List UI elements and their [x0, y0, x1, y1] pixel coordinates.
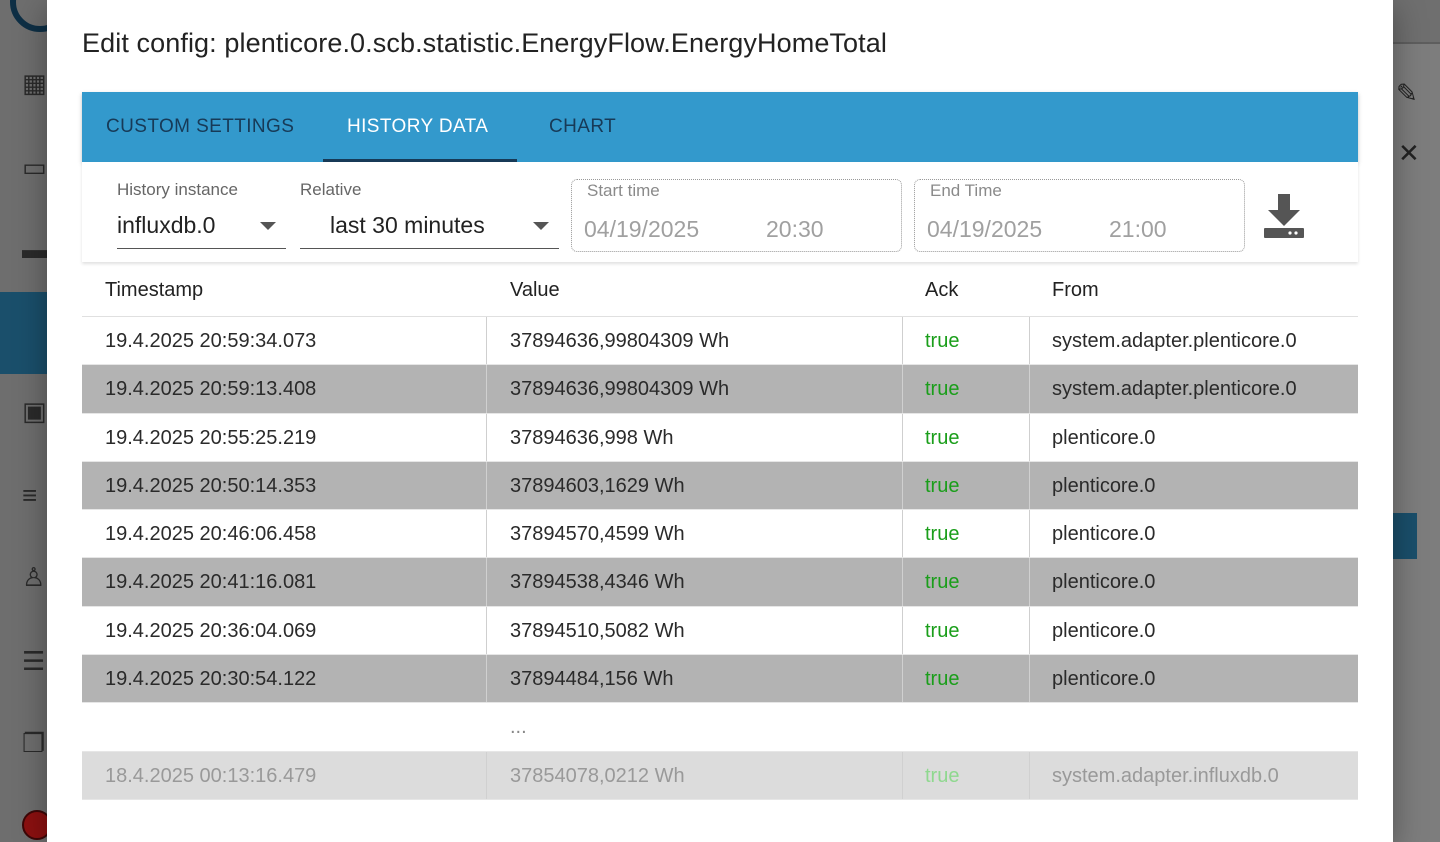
cell-from: plenticore.0 — [1052, 619, 1156, 642]
relative-select[interactable]: Relative last 30 minutes — [300, 162, 559, 250]
background-button — [1393, 513, 1417, 559]
cell-timestamp: 18.4.2025 00:13:16.479 — [105, 764, 317, 787]
table-row[interactable]: 19.4.2025 20:41:16.081 37894538,4346 Wh … — [82, 558, 1358, 607]
relative-label: Relative — [300, 180, 362, 199]
cell-value: 37894636,998 Wh — [510, 426, 674, 449]
wrench-icon: ✎ — [1396, 78, 1418, 108]
cell-value: 37894636,99804309 Wh — [510, 330, 730, 352]
end-time-field[interactable]: End Time 04/19/2025 21:00 — [914, 179, 1245, 252]
cell-from: system.adapter.influxdb.0 — [1052, 764, 1279, 787]
table-row[interactable]: 19.4.2025 20:59:13.408 37894636,99804309… — [82, 365, 1358, 414]
end-date-value[interactable]: 04/19/2025 — [927, 216, 1042, 243]
edit-config-dialog: Edit config: plenticore.0.scb.statistic.… — [47, 0, 1393, 842]
cell-value: 37854078,0212 Wh — [510, 764, 685, 787]
cell-ack: true — [925, 571, 960, 594]
ellipsis: ... — [510, 716, 527, 739]
table-row[interactable]: 19.4.2025 20:36:04.069 37894510,5082 Wh … — [82, 606, 1358, 656]
cell-value: 37894510,5082 Wh — [510, 619, 685, 642]
cell-ack: true — [925, 426, 960, 449]
cell-from: plenticore.0 — [1052, 668, 1156, 691]
header-from[interactable]: From — [1052, 279, 1099, 302]
table-row[interactable]: 19.4.2025 20:55:25.219 37894636,998 Wh t… — [82, 413, 1358, 462]
start-time-label: Start time — [587, 181, 660, 200]
history-controls: History instance influxdb.0 Relative las… — [82, 162, 1358, 262]
cell-value: 37894603,1629 Wh — [510, 474, 685, 497]
cell-from: plenticore.0 — [1052, 571, 1156, 594]
cell-ack: true — [925, 619, 960, 642]
cell-value: 37894484,156 Wh — [510, 668, 674, 691]
history-instance-label: History instance — [117, 180, 238, 199]
cell-value: 37894636,99804309 Wh — [510, 378, 730, 401]
table-header: Timestamp Value Ack From — [82, 262, 1358, 317]
cell-timestamp: 19.4.2025 20:50:14.353 — [105, 474, 317, 497]
header-timestamp[interactable]: Timestamp — [105, 279, 203, 302]
cell-ack: true — [925, 378, 960, 401]
cell-from: system.adapter.plenticore.0 — [1052, 378, 1297, 401]
cell-ack: true — [925, 523, 960, 546]
cell-from: plenticore.0 — [1052, 474, 1156, 497]
cell-ack: true — [925, 474, 960, 497]
cell-timestamp: 19.4.2025 20:46:06.458 — [105, 523, 317, 546]
table-row-ellipsis: ... — [82, 703, 1358, 752]
tab-bar: CUSTOM SETTINGS HISTORY DATA CHART — [82, 92, 1358, 162]
cell-ack: true — [925, 764, 960, 787]
chevron-down-icon — [260, 222, 276, 230]
download-icon[interactable] — [1262, 192, 1306, 240]
tab-custom-settings[interactable]: CUSTOM SETTINGS — [106, 92, 294, 162]
close-icon: ✕ — [1398, 138, 1420, 168]
header-ack[interactable]: Ack — [925, 279, 958, 302]
cell-timestamp: 19.4.2025 20:59:13.408 — [105, 378, 317, 401]
cell-ack: true — [925, 668, 960, 691]
cell-from: plenticore.0 — [1052, 426, 1156, 449]
history-instance-value: influxdb.0 — [117, 212, 216, 238]
table-row[interactable]: 18.4.2025 00:13:16.479 37854078,0212 Wh … — [82, 751, 1358, 800]
relative-value: last 30 minutes — [330, 212, 485, 238]
tab-chart[interactable]: CHART — [549, 92, 616, 162]
table-row[interactable]: 19.4.2025 20:50:14.353 37894603,1629 Wh … — [82, 461, 1358, 511]
end-time-label: End Time — [930, 181, 1002, 200]
table-row[interactable]: 19.4.2025 20:59:34.073 37894636,99804309… — [82, 317, 1358, 366]
start-date-value[interactable]: 04/19/2025 — [584, 216, 699, 243]
cell-timestamp: 19.4.2025 20:30:54.122 — [105, 668, 317, 691]
history-instance-select[interactable]: History instance influxdb.0 — [117, 162, 286, 250]
cell-timestamp: 19.4.2025 20:55:25.219 — [105, 426, 317, 449]
cell-timestamp: 19.4.2025 20:36:04.069 — [105, 619, 317, 642]
cell-ack: true — [925, 330, 960, 352]
chevron-down-icon — [533, 222, 549, 230]
cell-timestamp: 19.4.2025 20:41:16.081 — [105, 571, 317, 594]
dialog-title: Edit config: plenticore.0.scb.statistic.… — [82, 28, 887, 58]
history-table: Timestamp Value Ack From 19.4.2025 20:59… — [82, 262, 1358, 800]
table-row[interactable]: 19.4.2025 20:46:06.458 37894570,4599 Wh … — [82, 510, 1358, 559]
cell-value: 37894570,4599 Wh — [510, 523, 685, 546]
background-topbar — [1390, 0, 1440, 44]
header-value[interactable]: Value — [510, 279, 560, 302]
start-time-field[interactable]: Start time 04/19/2025 20:30 — [571, 179, 902, 252]
cell-from: plenticore.0 — [1052, 523, 1156, 546]
cell-timestamp: 19.4.2025 20:59:34.073 — [105, 330, 317, 352]
table-row[interactable]: 19.4.2025 20:30:54.122 37894484,156 Wh t… — [82, 655, 1358, 704]
cell-value: 37894538,4346 Wh — [510, 571, 685, 594]
end-time-value[interactable]: 21:00 — [1109, 216, 1167, 243]
cell-from: system.adapter.plenticore.0 — [1052, 330, 1297, 352]
tab-history-data[interactable]: HISTORY DATA — [347, 92, 488, 162]
start-time-value[interactable]: 20:30 — [766, 216, 824, 243]
